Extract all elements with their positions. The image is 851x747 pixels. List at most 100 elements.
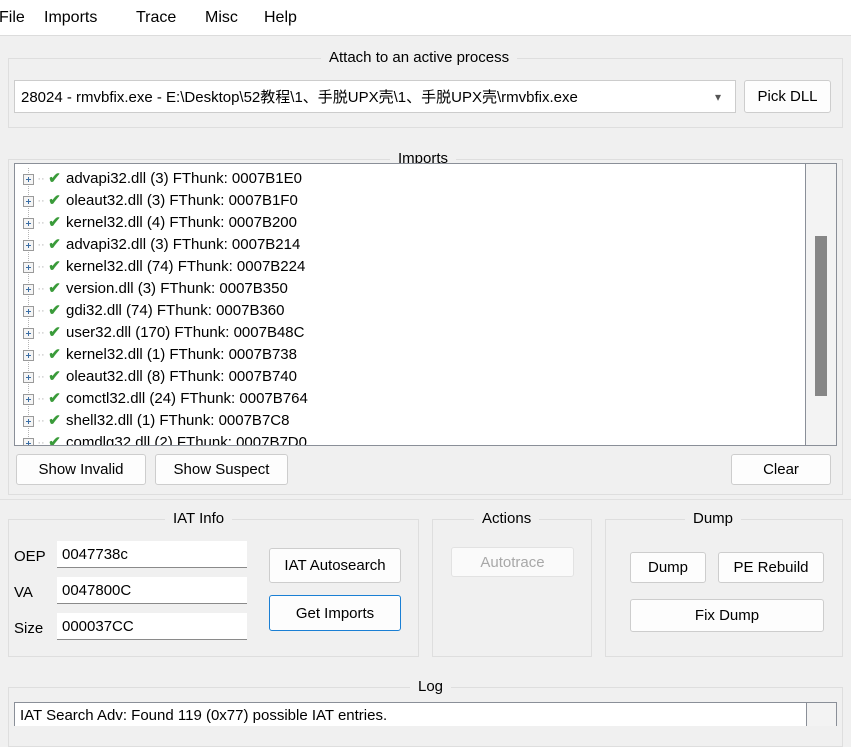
imports-tree-row[interactable]: ·· ✔ kernel32.dll (1) FThunk: 0007B738	[15, 344, 805, 366]
imports-tree-row[interactable]: ·· ✔ version.dll (3) FThunk: 0007B350	[15, 278, 805, 300]
log-line: IAT Search Adv: Found 119 (0x77) possibl…	[20, 707, 388, 724]
plus-box-icon[interactable]	[23, 173, 34, 185]
dump-button[interactable]: Dump	[630, 552, 706, 583]
imports-tree-row-label: user32.dll (170) FThunk: 0007B48C	[66, 324, 305, 341]
imports-tree-row[interactable]: ·· ✔ comdlg32.dll (2) FThunk: 0007B7D0	[15, 432, 805, 445]
plus-box-icon[interactable]	[23, 349, 34, 361]
menu-item-trace[interactable]: Trace	[134, 8, 178, 28]
imports-scrollbar-thumb[interactable]	[815, 236, 827, 396]
imports-tree-row[interactable]: ·· ✔ advapi32.dll (3) FThunk: 0007B214	[15, 234, 805, 256]
imports-tree-row[interactable]: ·· ✔ kernel32.dll (4) FThunk: 0007B200	[15, 212, 805, 234]
iat-autosearch-button[interactable]: IAT Autosearch	[269, 548, 401, 583]
actions-group: Actions	[432, 509, 592, 657]
dump-group-title: Dump	[685, 509, 742, 529]
log-output[interactable]: IAT Search Adv: Found 119 (0x77) possibl…	[14, 702, 837, 726]
plus-box-icon[interactable]	[23, 195, 34, 207]
imports-tree-row[interactable]: ·· ✔ advapi32.dll (3) FThunk: 0007B1E0	[15, 168, 805, 190]
imports-tree-row-label: advapi32.dll (3) FThunk: 0007B214	[66, 236, 301, 253]
check-icon: ✔	[48, 324, 61, 341]
check-icon: ✔	[48, 170, 61, 187]
imports-tree-row[interactable]: ·· ✔ comctl32.dll (24) FThunk: 0007B764	[15, 388, 805, 410]
process-select[interactable]: 28024 - rmvbfix.exe - E:\Desktop\52教程\1、…	[14, 80, 736, 113]
autotrace-button-label: Autotrace	[480, 553, 545, 571]
tree-connector-icon: ··	[37, 393, 45, 405]
menu-item-help[interactable]: Help	[262, 8, 299, 28]
imports-tree-row[interactable]: ·· ✔ shell32.dll (1) FThunk: 0007B7C8	[15, 410, 805, 432]
va-field[interactable]	[57, 577, 247, 604]
imports-tree-row-label: gdi32.dll (74) FThunk: 0007B360	[66, 302, 285, 319]
tree-connector-icon: ··	[37, 195, 45, 207]
tree-connector-icon: ··	[37, 173, 45, 185]
imports-tree-row[interactable]: ·· ✔ oleaut32.dll (8) FThunk: 0007B740	[15, 366, 805, 388]
plus-box-icon[interactable]	[23, 305, 34, 317]
tree-connector-icon: ··	[37, 261, 45, 273]
check-icon: ✔	[48, 390, 61, 407]
imports-tree-row-label: comdlg32.dll (2) FThunk: 0007B7D0	[66, 434, 307, 445]
imports-tree-row-label: oleaut32.dll (3) FThunk: 0007B1F0	[66, 192, 298, 209]
pe-rebuild-button[interactable]: PE Rebuild	[718, 552, 824, 583]
imports-tree-rows[interactable]: ·· ✔ advapi32.dll (3) FThunk: 0007B1E0 ·· ✔ o…	[15, 164, 805, 445]
imports-tree-row-label: comctl32.dll (24) FThunk: 0007B764	[66, 390, 308, 407]
tree-connector-icon: ··	[37, 305, 45, 317]
check-icon: ✔	[48, 214, 61, 231]
imports-tree-row[interactable]: ·· ✔ user32.dll (170) FThunk: 0007B48C	[15, 322, 805, 344]
autotrace-button[interactable]: Autotrace	[451, 547, 574, 577]
show-invalid-button[interactable]: Show Invalid	[16, 454, 146, 485]
pick-dll-button-label: Pick DLL	[757, 88, 818, 105]
menu-bar: File Imports Trace Misc Help	[0, 0, 851, 36]
imports-tree-row-label: kernel32.dll (1) FThunk: 0007B738	[66, 346, 297, 363]
log-scrollbar[interactable]	[806, 703, 836, 726]
plus-box-icon[interactable]	[23, 217, 34, 229]
show-invalid-button-label: Show Invalid	[38, 461, 124, 478]
imports-tree-row[interactable]: ·· ✔ gdi32.dll (74) FThunk: 0007B360	[15, 300, 805, 322]
tree-connector-icon: ··	[37, 239, 45, 251]
tree-connector-icon: ··	[37, 349, 45, 361]
tree-connector-icon: ··	[37, 371, 45, 383]
check-icon: ✔	[48, 302, 61, 319]
plus-box-icon[interactable]	[23, 371, 34, 383]
pe-rebuild-button-label: PE Rebuild	[733, 559, 809, 576]
get-imports-button-label: Get Imports	[295, 604, 375, 622]
imports-tree-row[interactable]: ·· ✔ oleaut32.dll (3) FThunk: 0007B1F0	[15, 190, 805, 212]
plus-box-icon[interactable]	[23, 415, 34, 427]
check-icon: ✔	[48, 192, 61, 209]
tree-connector-icon: ··	[37, 327, 45, 339]
check-icon: ✔	[48, 368, 61, 385]
tree-connector-icon: ··	[37, 283, 45, 295]
check-icon: ✔	[48, 236, 61, 253]
plus-box-icon[interactable]	[23, 261, 34, 273]
show-suspect-button[interactable]: Show Suspect	[155, 454, 288, 485]
menu-item-file[interactable]: File	[0, 8, 27, 28]
size-field[interactable]	[57, 613, 247, 640]
pick-dll-button[interactable]: Pick DLL	[744, 80, 831, 113]
imports-tree-row-label: oleaut32.dll (8) FThunk: 0007B740	[66, 368, 297, 385]
check-icon: ✔	[48, 434, 61, 445]
imports-tree-row-label: version.dll (3) FThunk: 0007B350	[66, 280, 288, 297]
oep-label: OEP	[14, 548, 46, 565]
clear-button[interactable]: Clear	[731, 454, 831, 485]
va-label: VA	[14, 584, 33, 601]
imports-tree-row-label: kernel32.dll (4) FThunk: 0007B200	[66, 214, 297, 231]
plus-box-icon[interactable]	[23, 327, 34, 339]
fix-dump-button-label: Fix Dump	[694, 607, 760, 624]
imports-scrollbar[interactable]	[805, 164, 836, 445]
imports-tree-row[interactable]: ·· ✔ kernel32.dll (74) FThunk: 0007B224	[15, 256, 805, 278]
process-select-value: 28024 - rmvbfix.exe - E:\Desktop\52教程\1、…	[21, 89, 578, 106]
log-group-title: Log	[410, 677, 452, 697]
tree-connector-icon: ··	[37, 217, 45, 229]
plus-box-icon[interactable]	[23, 437, 34, 445]
show-suspect-button-label: Show Suspect	[173, 461, 270, 478]
chevron-down-icon[interactable]: ▾	[701, 90, 735, 104]
oep-field[interactable]	[57, 541, 247, 568]
menu-item-misc[interactable]: Misc	[203, 8, 240, 28]
fix-dump-button[interactable]: Fix Dump	[630, 599, 824, 632]
plus-box-icon[interactable]	[23, 283, 34, 295]
menu-item-imports[interactable]: Imports	[42, 8, 99, 28]
tree-connector-icon: ··	[37, 437, 45, 445]
imports-tree[interactable]: ·· ✔ advapi32.dll (3) FThunk: 0007B1E0 ·· ✔ o…	[14, 163, 837, 446]
plus-box-icon[interactable]	[23, 393, 34, 405]
plus-box-icon[interactable]	[23, 239, 34, 251]
dump-group: Dump	[605, 509, 843, 657]
clear-button-label: Clear	[763, 461, 799, 478]
get-imports-button[interactable]: Get Imports	[269, 595, 401, 631]
